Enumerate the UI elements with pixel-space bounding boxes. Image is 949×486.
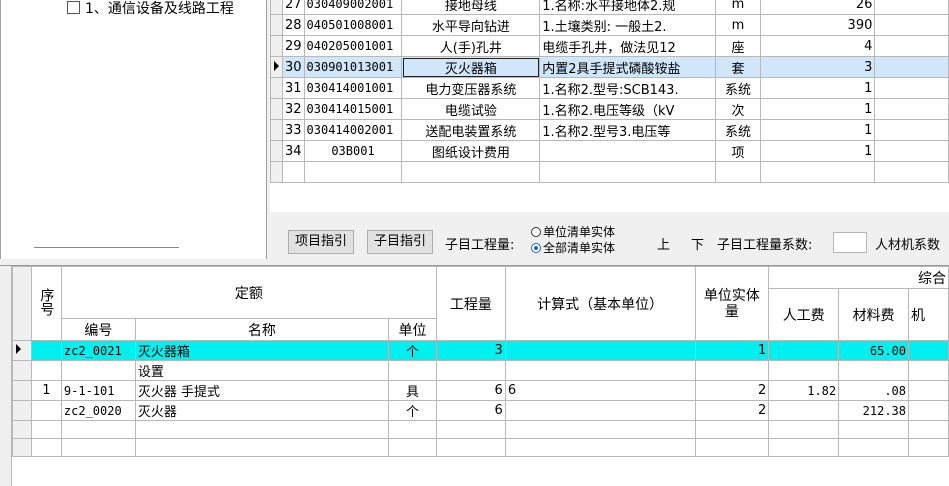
col-header-unit-entity-qty[interactable]: 单位实体量 xyxy=(694,266,770,341)
coef-label: 子目工程量系数: xyxy=(717,238,813,253)
col-header-formula[interactable]: 计算式（基本单位） xyxy=(504,266,696,341)
sub-guide-button[interactable]: 子目指引 xyxy=(367,230,434,254)
table-row-empty[interactable] xyxy=(270,161,949,183)
col-header-unit[interactable]: 单位 xyxy=(388,318,437,341)
checkbox[interactable] xyxy=(67,1,80,14)
table-row-empty[interactable] xyxy=(12,420,949,439)
tree-panel: 1、通信设备及线路工程 xyxy=(0,0,267,259)
col-header-machine[interactable]: 机 xyxy=(908,288,949,341)
row-indicator-icon xyxy=(274,60,279,71)
radio-button[interactable] xyxy=(531,227,541,237)
table-row[interactable]: 1 9-1-101 灭火器 手提式 具 6 6 2 1.82 .08 xyxy=(12,380,949,401)
col-header-composite[interactable]: 综合 xyxy=(768,266,949,289)
radio-button-checked[interactable] xyxy=(531,243,541,253)
col-header-seq[interactable]: 序号 xyxy=(30,266,62,341)
radio-unit-entity[interactable]: 单位清单实体 xyxy=(531,224,615,240)
row-indicator-strip xyxy=(0,266,12,486)
row-indicator-icon xyxy=(16,344,21,354)
bill-items-grid: 27 030409002001 接地母线 1.名称:水平接地体2.规 m 26 … xyxy=(270,0,949,212)
col-header-material[interactable]: 材料费 xyxy=(838,288,910,341)
col-header-name[interactable]: 名称 xyxy=(134,318,390,341)
toolbar: 项目指引 子目指引 子目工程量: 单位清单实体 全部清单实体 上 下 子目工程量… xyxy=(270,212,949,264)
sub-qty-label: 子目工程量: xyxy=(445,238,515,253)
panel-splitter[interactable] xyxy=(34,247,179,249)
table-row[interactable]: 29 040205001001 人(手)孔井 电缆手孔井，做法见12 座 4 xyxy=(270,35,949,57)
move-up-button[interactable]: 上 xyxy=(657,234,670,253)
col-header-labor[interactable]: 人工费 xyxy=(768,288,840,341)
table-row-highlighted[interactable]: zc2_0021 灭火器箱 个 3 1 65.00 xyxy=(12,340,949,361)
tree-item[interactable]: 1、通信设备及线路工程 xyxy=(67,0,234,18)
table-row[interactable]: 31 030414001001 电力变压器系统 1.名称2.型号:SCB143.… xyxy=(270,77,949,99)
sub-qty-coef-input[interactable] xyxy=(833,232,867,253)
col-header-quota[interactable]: 定额 xyxy=(60,266,437,319)
table-row[interactable]: zc2_0020 灭火器 个 6 2 212.38 xyxy=(12,400,949,421)
labor-material-coef-label: 人材机系数 xyxy=(875,238,941,253)
col-header-code[interactable]: 编号 xyxy=(60,318,136,341)
table-row[interactable]: 28 040501008001 水平导向钻进 1.土壤类别: 一般土2. m 3… xyxy=(270,14,949,36)
item-guide-button[interactable]: 项目指引 xyxy=(288,230,355,254)
tree-item-label: 1、通信设备及线路工程 xyxy=(85,1,234,17)
table-row-empty[interactable] xyxy=(12,438,949,457)
table-row[interactable]: 32 030414015001 电缆试验 1.名称2.电压等级（kV 次 1 xyxy=(270,98,949,120)
table-row[interactable]: 33 030414002001 送配电装置系统 1.名称2.型号3.电压等 系统… xyxy=(270,119,949,141)
move-down-button[interactable]: 下 xyxy=(691,234,704,253)
table-row[interactable]: 27 030409002001 接地母线 1.名称:水平接地体2.规 m 26 xyxy=(270,0,949,15)
col-header-qty[interactable]: 工程量 xyxy=(435,266,506,341)
table-row[interactable]: 设置 xyxy=(12,360,949,381)
quota-grid: 序号 定额 工程量 计算式（基本单位） 单位实体量 综合 人工费 材料费 机 编… xyxy=(0,265,949,486)
radio-all-entity[interactable]: 全部清单实体 xyxy=(531,240,615,256)
table-row-selected[interactable]: 30 030901013001 灭火器箱 内置2具手提式磷酸铵盐 套 3 xyxy=(270,56,949,78)
table-row[interactable]: 34 03B001 图纸设计费用 项 1 xyxy=(270,140,949,162)
